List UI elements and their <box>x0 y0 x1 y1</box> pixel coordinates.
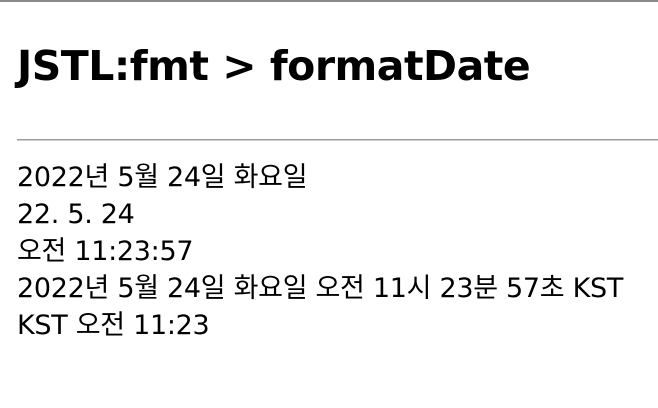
window-top-border <box>0 0 658 2</box>
short-date-output: 22. 5. 24 <box>17 199 135 230</box>
full-date-output: 2022년 5월 24일 화요일 <box>17 162 308 193</box>
horizontal-rule <box>17 139 658 141</box>
custom-pattern-output: KST 오전 11:23 <box>17 310 210 341</box>
full-datetime-output: 2022년 5월 24일 화요일 오전 11시 23분 57초 KST <box>17 273 624 304</box>
time-output: 오전 11:23:57 <box>17 236 194 267</box>
page-title: JSTL:fmt > formatDate <box>17 42 531 90</box>
formatted-date-output: 2022년 5월 24일 화요일 22. 5. 24 오전 11:23:57 2… <box>17 159 623 344</box>
